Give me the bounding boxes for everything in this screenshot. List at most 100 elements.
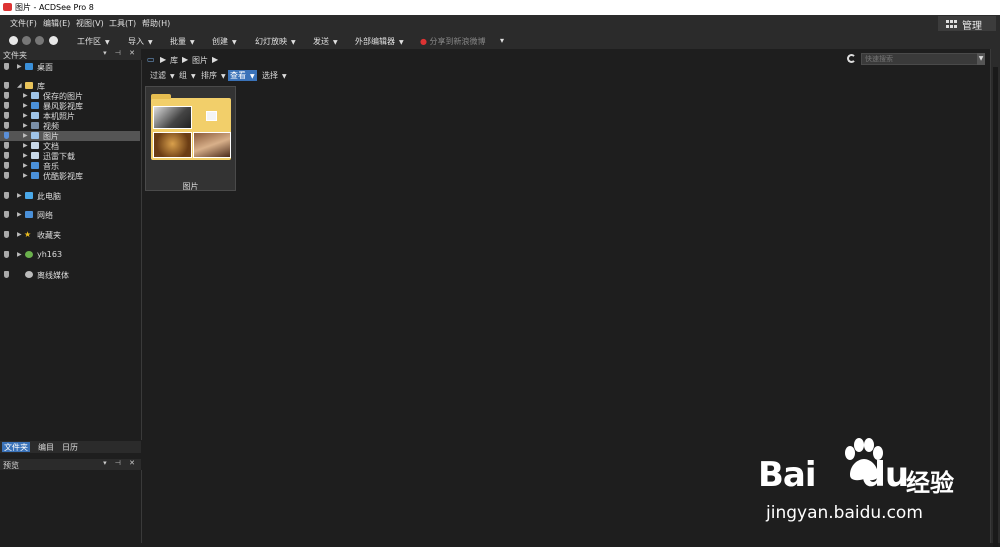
pin-icon[interactable] (4, 271, 9, 278)
pin-icon[interactable] (4, 122, 9, 129)
pin-icon[interactable] (4, 82, 9, 89)
video-library-icon (31, 102, 39, 109)
tab-folders[interactable]: 文件夹 (2, 442, 30, 452)
paw-icon (845, 438, 883, 481)
library-icon[interactable]: ▭ (147, 55, 155, 64)
menu-view[interactable]: 视图(V) (76, 18, 104, 29)
pin-icon[interactable] (4, 172, 9, 179)
panel-controls[interactable]: ▾ ⊣ ✕ (103, 49, 138, 57)
expand-icon[interactable]: ▶ (23, 152, 28, 159)
pin-icon[interactable] (4, 231, 9, 238)
menu-tools[interactable]: 工具(T) (109, 18, 136, 29)
tab-calendar[interactable]: 日历 (60, 442, 80, 452)
view-button[interactable]: 查看 ▼ (228, 70, 257, 81)
search-dropdown-icon[interactable]: ▼ (977, 53, 985, 65)
quick-search-input[interactable] (861, 53, 985, 65)
tree-item-library[interactable]: ◢ 库 (0, 81, 140, 91)
tree-item-youku-library[interactable]: ▶ 优酷影视库 (0, 171, 140, 181)
tree-item-this-pc[interactable]: ▶ 此电脑 (0, 191, 140, 201)
folder-thumbnail[interactable]: 图片 (145, 86, 236, 191)
tree-item-xunlei-downloads[interactable]: ▶ 迅雷下载 (0, 151, 140, 161)
folder-tree: ▶ 桌面 ◢ 库 ▶ 保存的图片 ▶ 暴风影视库 ▶ 本机照片 ▶ 视频 ▶ 图… (0, 60, 142, 440)
expand-icon[interactable]: ▶ (23, 112, 28, 119)
breadcrumb-separator[interactable]: ▶ (160, 55, 166, 64)
expand-icon[interactable]: ▶ (17, 192, 22, 199)
weibo-icon: ● (420, 37, 427, 46)
pin-icon[interactable] (4, 251, 9, 258)
toolbar-overflow-icon[interactable]: ▾ (500, 36, 504, 45)
tab-catalog[interactable]: 编目 (36, 442, 56, 452)
tree-item-pictures[interactable]: ▶ 图片 (0, 131, 140, 141)
collapse-icon[interactable]: ◢ (17, 82, 22, 89)
up-folder-icon[interactable] (49, 36, 58, 45)
expand-icon[interactable]: ▶ (23, 162, 28, 169)
tree-item-documents[interactable]: ▶ 文档 (0, 141, 140, 151)
tree-item-local-photos[interactable]: ▶ 本机照片 (0, 111, 140, 121)
tree-item-offline-media[interactable]: 离线媒体 (0, 270, 140, 280)
expand-icon[interactable]: ▶ (23, 172, 28, 179)
pin-icon[interactable] (4, 162, 9, 169)
pin-icon[interactable] (4, 63, 9, 70)
tree-item-videos[interactable]: ▶ 视频 (0, 121, 140, 131)
pin-icon[interactable] (4, 102, 9, 109)
title-bar: 图片 - ACDSee Pro 8 (0, 0, 1000, 15)
expand-icon[interactable]: ▶ (17, 211, 22, 218)
external-editor-button[interactable]: 外部编辑器 ▼ (355, 36, 404, 47)
tree-item-saved-pictures[interactable]: ▶ 保存的图片 (0, 91, 140, 101)
sort-button[interactable]: 排序 ▼ (199, 70, 228, 81)
tree-item-desktop[interactable]: ▶ 桌面 (0, 62, 140, 72)
pin-icon[interactable] (4, 132, 9, 139)
refresh-nav-icon[interactable] (35, 36, 44, 45)
group-button[interactable]: 组 ▼ (177, 70, 198, 81)
batch-button[interactable]: 批量 ▼ (170, 36, 195, 47)
tree-item-baofeng-library[interactable]: ▶ 暴风影视库 (0, 101, 140, 111)
document-icon (31, 142, 39, 149)
tree-item-favorites[interactable]: ▶ ★ 收藏夹 (0, 230, 140, 240)
pin-icon[interactable] (4, 152, 9, 159)
expand-icon[interactable]: ▶ (17, 63, 22, 70)
photo-thumbnail (206, 111, 217, 121)
manage-label: 管理 (962, 21, 982, 32)
pin-icon[interactable] (4, 192, 9, 199)
forward-icon[interactable] (22, 36, 31, 45)
expand-icon[interactable]: ▶ (17, 251, 22, 258)
manage-mode-button[interactable]: 管理 (938, 16, 996, 32)
video-icon (31, 122, 39, 129)
tree-item-network[interactable]: ▶ 网络 (0, 210, 140, 220)
vertical-scrollbar[interactable] (993, 67, 998, 547)
expand-icon[interactable]: ▶ (23, 142, 28, 149)
back-icon[interactable] (9, 36, 18, 45)
expand-icon[interactable]: ▶ (23, 102, 28, 109)
path-bar: ▭ ▶ 库 ▶ 图片 ▶ ▼ (143, 52, 989, 68)
send-button[interactable]: 发送 ▼ (313, 36, 338, 47)
panel-controls[interactable]: ▾ ⊣ ✕ (103, 459, 138, 467)
menu-help[interactable]: 帮助(H) (142, 18, 170, 29)
expand-icon[interactable]: ▶ (23, 132, 28, 139)
import-button[interactable]: 导入 ▼ (128, 36, 153, 47)
pin-icon[interactable] (4, 112, 9, 119)
library-folder-icon (25, 82, 33, 89)
tree-item-user[interactable]: ▶ yh163 (0, 250, 140, 260)
menu-file[interactable]: 文件(F) (10, 18, 37, 29)
share-weibo-button[interactable]: ● 分享到新浪微博 (420, 36, 486, 47)
pin-icon[interactable] (4, 92, 9, 99)
expand-icon[interactable]: ▶ (23, 92, 28, 99)
select-button[interactable]: 选择 ▼ (260, 70, 289, 81)
menu-edit[interactable]: 编辑(E) (43, 18, 70, 29)
watermark-jingyan: 经验 (906, 469, 954, 497)
window-title: 图片 - ACDSee Pro 8 (15, 3, 94, 12)
pin-icon[interactable] (4, 142, 9, 149)
workspace-button[interactable]: 工作区 ▼ (77, 36, 110, 47)
create-button[interactable]: 创建 ▼ (212, 36, 237, 47)
expand-icon[interactable]: ▶ (23, 122, 28, 129)
breadcrumb-separator[interactable]: ▶ (212, 55, 218, 64)
breadcrumb-separator[interactable]: ▶ (182, 55, 188, 64)
expand-icon[interactable]: ▶ (17, 231, 22, 238)
pin-icon[interactable] (4, 211, 9, 218)
slideshow-button[interactable]: 幻灯放映 ▼ (255, 36, 296, 47)
filter-button[interactable]: 过滤 ▼ (148, 70, 177, 81)
refresh-icon[interactable] (847, 54, 856, 63)
breadcrumb-library[interactable]: 库 (170, 55, 178, 66)
breadcrumb-pictures[interactable]: 图片 (192, 55, 208, 66)
tree-item-music[interactable]: ▶ 音乐 (0, 161, 140, 171)
